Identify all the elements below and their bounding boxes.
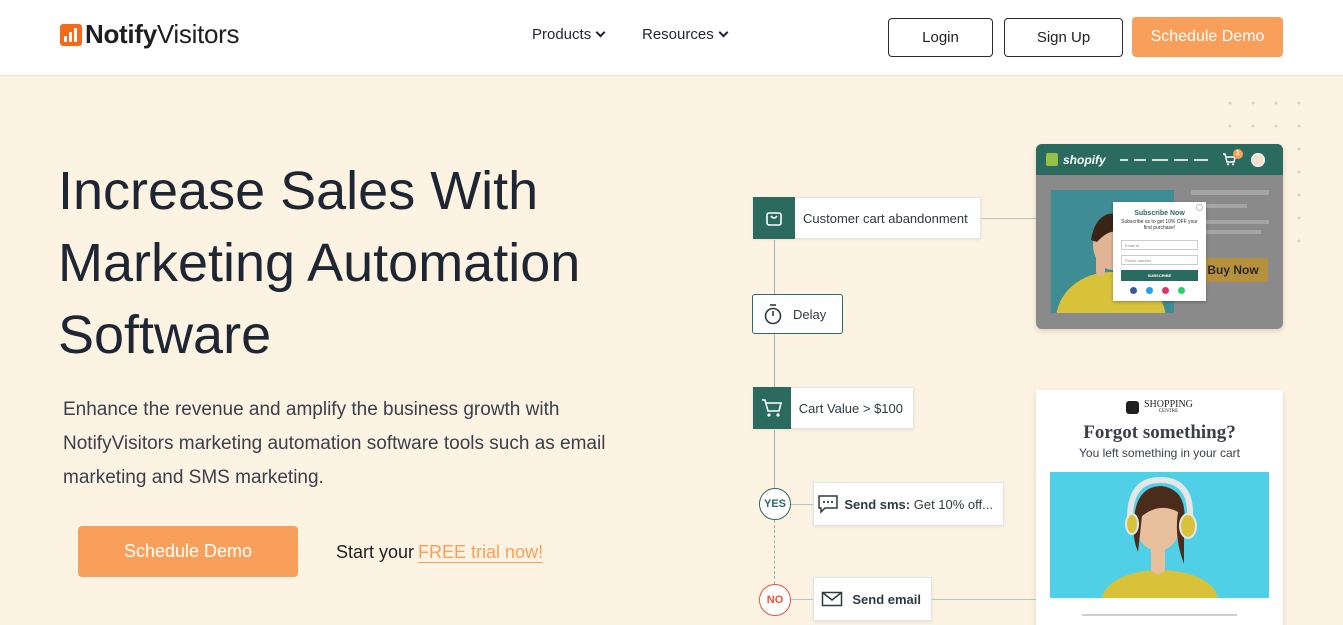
chat-bubble-icon (814, 494, 842, 514)
yes-badge: YES (759, 488, 791, 520)
signup-button[interactable]: Sign Up (1004, 18, 1123, 57)
logo-text-bold: Notify (85, 19, 157, 49)
twitter-icon (1146, 287, 1153, 294)
notifyvisitors-logo[interactable]: NotifyVisitors (60, 19, 240, 50)
brand-line-2: CENTRE (1158, 409, 1179, 414)
cart-count-badge: 1 (1232, 148, 1243, 159)
buy-now-button: Buy Now (1198, 258, 1268, 282)
cart-abandonment-label: Customer cart abandonment (803, 210, 968, 226)
popup-subscribe-button: SUBSCRIBE (1121, 270, 1198, 281)
shopping-bag-icon (753, 197, 795, 239)
no-badge: NO (759, 584, 791, 616)
popup-social-icons (1130, 287, 1185, 294)
hero-title-line: Marketing Automation (58, 233, 581, 293)
header-schedule-demo-button[interactable]: Schedule Demo (1132, 17, 1283, 57)
shopping-centre-brand: SHOPPING CENTRE (1126, 400, 1193, 414)
hero-title-line: Software (58, 305, 272, 365)
brand-logo-icon (1126, 400, 1139, 414)
shopify-bag-icon (1046, 153, 1058, 166)
flow-connector (774, 520, 775, 584)
login-button[interactable]: Login (888, 18, 993, 57)
send-sms-text: Get 10% off... (913, 496, 993, 512)
email-product-photo (1050, 472, 1269, 598)
nav-resources[interactable]: Resources (642, 26, 729, 43)
logo-chart-icon (60, 23, 82, 46)
send-email-step: Send email (813, 577, 932, 621)
email-heading: Forgot something? (1083, 422, 1236, 443)
cart-value-step: Cart Value > $100 (753, 387, 914, 429)
flow-connector (774, 240, 775, 294)
hero-title: Increase Sales With Marketing Automation… (58, 155, 678, 371)
send-sms-step: Send sms: Get 10% off... (813, 482, 1004, 526)
site-header: NotifyVisitors Products Resources Login … (0, 0, 1343, 76)
hero-title-line: Increase Sales With (58, 161, 539, 221)
flow-connector (774, 430, 775, 488)
send-email-label: Send email (852, 591, 921, 607)
hero-description: Enhance the revenue and amplify the busi… (63, 399, 606, 488)
email-subheading: You left something in your cart (1079, 446, 1240, 460)
delay-step: Delay (752, 294, 843, 334)
brand-line-1: SHOPPING (1144, 399, 1193, 410)
logo-text-light: Visitors (156, 19, 240, 49)
chevron-down-icon (718, 27, 729, 38)
hero-schedule-demo-button[interactable]: Schedule Demo (78, 526, 298, 577)
popup-title: Subscribe Now (1134, 210, 1185, 217)
flow-connector (774, 334, 775, 388)
stopwatch-icon (753, 303, 793, 325)
shopping-cart-icon (753, 387, 791, 429)
shopify-bar: shopify 1 (1036, 144, 1283, 175)
flow-connector (932, 599, 1036, 600)
avatar (1250, 152, 1265, 167)
flow-connector (791, 599, 813, 600)
cart-abandonment-step: Customer cart abandonment (753, 197, 981, 239)
shopify-brand: shopify (1063, 152, 1106, 167)
free-trial-line: Start your FREE trial now! (336, 542, 544, 563)
subscribe-popup: Subscribe Now Subscribe us to get 10% OF… (1113, 202, 1206, 301)
delay-label: Delay (793, 306, 827, 322)
flow-connector (791, 504, 813, 505)
popup-phone-field: Phone number (1121, 255, 1198, 265)
cart-value-label: Cart Value > $100 (798, 400, 903, 416)
free-trial-link[interactable]: FREE trial now! (418, 542, 544, 563)
popup-email-field: Email id (1121, 240, 1198, 250)
nav-products[interactable]: Products (532, 26, 606, 43)
instagram-icon (1162, 287, 1169, 294)
send-sms-bold: Send sms: (844, 496, 911, 512)
whatsapp-icon (1178, 287, 1185, 294)
nav-resources-label: Resources (642, 26, 714, 43)
cart-reminder-email-mockup: SHOPPING CENTRE Forgot something? You le… (1036, 390, 1283, 625)
chevron-down-icon (595, 27, 606, 38)
facebook-icon (1130, 287, 1137, 294)
popup-text: Subscribe us to get 10% OFF your first p… (1121, 219, 1198, 231)
trial-prefix: Start your (336, 542, 415, 562)
nav-products-label: Products (532, 26, 592, 43)
envelope-icon (814, 591, 850, 607)
flow-connector (981, 218, 1037, 219)
